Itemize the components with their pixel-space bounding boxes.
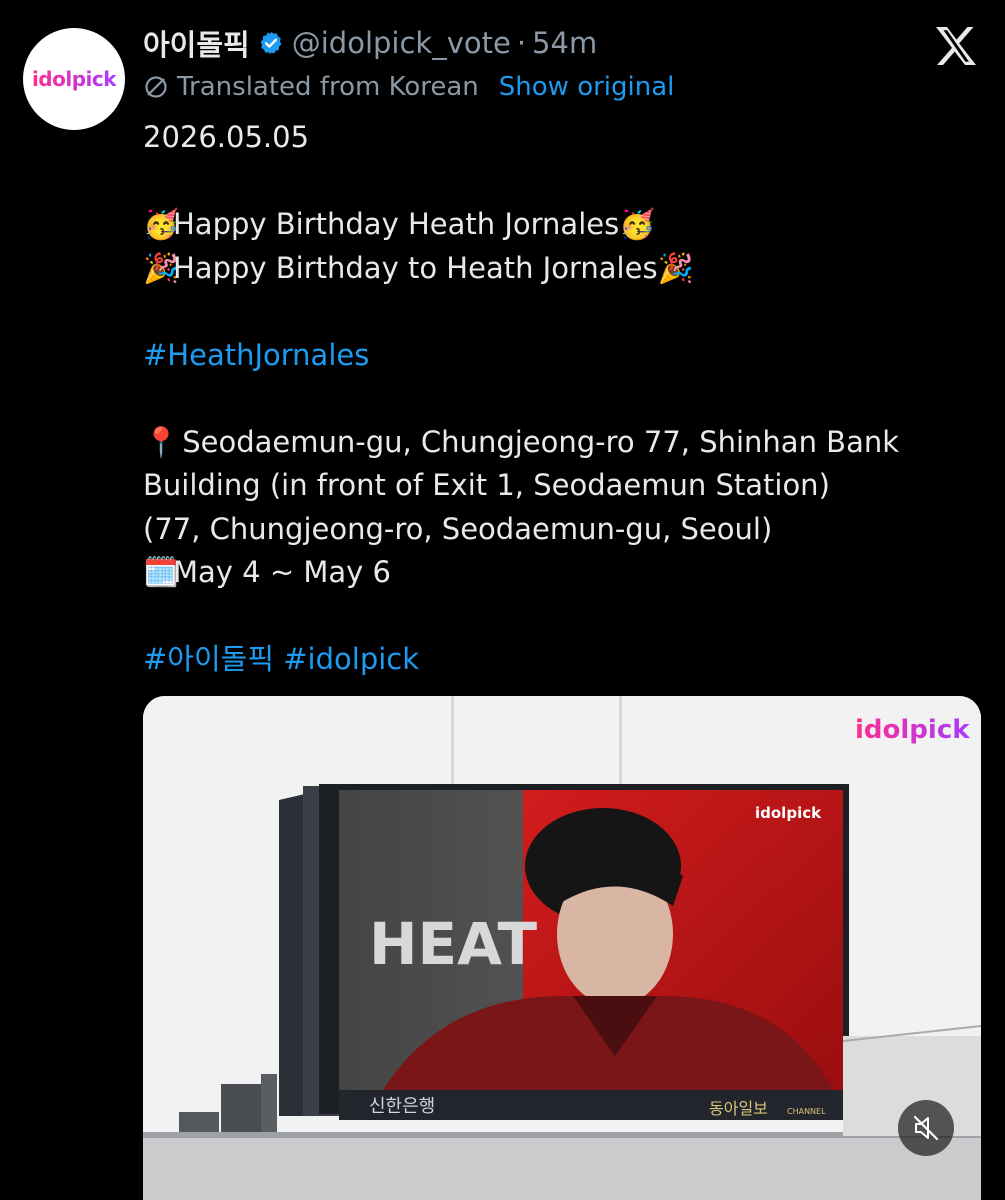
calendar-emoji: 🗓️ (143, 555, 180, 589)
birthday-text-2: Happy Birthday to Heath Jornales (173, 250, 658, 285)
sponsor-right: 동아일보 (709, 1099, 768, 1118)
pin-emoji: 📍 (143, 424, 180, 459)
party-popper-emoji: 🎉 (143, 250, 180, 285)
watermark-logo: idolpick (855, 715, 970, 745)
hashtag-heathjornales[interactable]: #HeathJornales (143, 338, 369, 372)
media-image[interactable]: idolpick HEAT idolpick 신한은행 동아일보 CHANNEL (143, 696, 981, 1200)
tweet-text: 2026.05.05 🥳Happy Birthday Heath Jornale… (143, 116, 983, 682)
user-handle[interactable]: @idolpick_vote (292, 26, 511, 60)
party-popper-emoji: 🎉 (657, 250, 694, 285)
avatar-logo: idolpick (31, 67, 117, 91)
separator-dot: · (516, 26, 527, 60)
hashtag-idolpick[interactable]: #idolpick (283, 642, 419, 676)
billboard-heat-text: HEAT (369, 910, 538, 978)
address-text-1: Seodaemun-gu, Chungjeong-ro 77, Shinhan … (182, 424, 900, 459)
verified-badge-icon (260, 31, 282, 55)
party-face-emoji: 🥳 (143, 207, 180, 241)
avatar[interactable]: idolpick (23, 28, 125, 130)
address-line-1: 📍 Seodaemun-gu, Chungjeong-ro 77, Shinha… (143, 421, 983, 465)
sponsor-left: 신한은행 (369, 1096, 435, 1117)
translated-label: Translated from Korean (177, 72, 479, 102)
birthday-line-2: 🎉Happy Birthday to Heath Jornales🎉 (143, 247, 983, 291)
hashtag-idolpick-ko[interactable]: #아이돌픽 (143, 642, 274, 676)
billboard-logo: idolpick (755, 804, 822, 822)
address-line-2: Building (in front of Exit 1, Seodaemun … (143, 468, 830, 502)
post-time[interactable]: 54m (532, 26, 597, 60)
party-face-emoji: 🥳 (619, 207, 656, 241)
birthday-line-1: 🥳Happy Birthday Heath Jornales🥳 (143, 203, 983, 247)
tweet-date: 2026.05.05 (143, 120, 310, 154)
address-line-3: (77, Chungjeong-ro, Seodaemun-gu, Seoul) (143, 511, 773, 546)
mute-button[interactable] (898, 1100, 954, 1156)
translation-row: Translated from Korean Show original (143, 72, 674, 102)
tweet-header: 아이돌픽 @idolpick_vote · 54m (143, 22, 597, 64)
birthday-text-1: Happy Birthday Heath Jornales (173, 207, 620, 241)
display-name[interactable]: 아이돌픽 (143, 22, 250, 64)
mute-icon (913, 1115, 939, 1141)
dates-line: 🗓️May 4 ~ May 6 (143, 551, 983, 595)
sponsor-right-sub: CHANNEL (787, 1107, 826, 1116)
dates-text: May 4 ~ May 6 (173, 555, 391, 589)
x-logo-icon[interactable] (934, 26, 978, 66)
billboard-photo: idolpick HEAT idolpick 신한은행 동아일보 CHANNEL (143, 696, 981, 1200)
show-original-link[interactable]: Show original (499, 72, 675, 102)
translate-icon (145, 76, 167, 98)
